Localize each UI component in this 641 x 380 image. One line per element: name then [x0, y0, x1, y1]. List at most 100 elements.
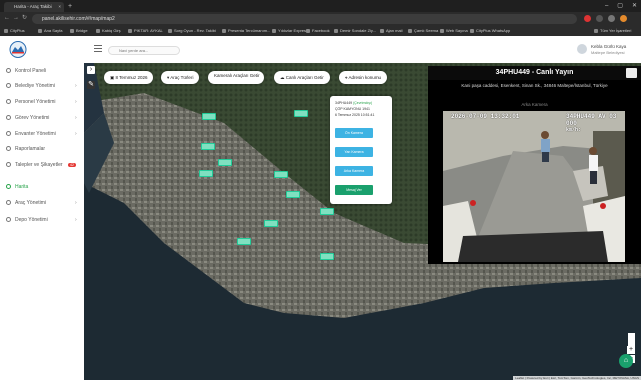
app-header: ⌕ Kebla Gürlü Kaya Maltepe Belediyesi: [0, 36, 641, 64]
vehicle-marker[interactable]: [202, 113, 216, 120]
address-location-button[interactable]: ⌖ Adresin konumu: [339, 71, 388, 84]
date-filter[interactable]: ▣ 8 Temmuz 2026: [104, 71, 154, 84]
browser-tab-bar: Harita - Araç Takibi × + – ▢ ✕: [0, 0, 641, 12]
sidebar-item-label: Raporlamalar: [15, 146, 46, 152]
video-frame-image: [443, 111, 625, 262]
bookmark-item[interactable]: CityPlus: [4, 25, 25, 36]
menu-toggle-icon[interactable]: [94, 45, 102, 52]
bookmark-item[interactable]: Ana Sayfa: [38, 25, 62, 36]
chevron-right-icon: ›: [75, 99, 77, 105]
camera-address: Kani paşa caddesi, Esenkent, Sinan Sk., …: [461, 83, 608, 88]
sidebar-item[interactable]: Belediye Yönetimi: [6, 83, 55, 89]
vehicle-popup: 34PHU449 (Çevrimdışı) ÇÖP KAMYONU 1941 6…: [330, 96, 392, 204]
browser-address-bar: ← → ↻ panel.akilisehir.com/#/map/map2: [0, 12, 641, 25]
search-input[interactable]: [108, 46, 180, 55]
user-name[interactable]: Kebla Gürlü Kaya: [591, 44, 626, 49]
sidebar-item-label: Talepler ve Şikayetler: [15, 162, 63, 168]
bookmark-item[interactable]: Presenta Tercümanım...: [222, 25, 270, 36]
sidebar-item[interactable]: Araç Yönetimi: [6, 200, 46, 206]
bookmark-item[interactable]: Çamlı Seema: [408, 25, 438, 36]
sidebar: Kontrol Paneli Belediye Yönetimi › Personel…: [0, 63, 85, 380]
bookmark-item[interactable]: Facebook: [306, 25, 330, 36]
vehicle-marker[interactable]: [274, 171, 288, 178]
popup-vehicle-type: ÇÖP KAMYONU 1941: [335, 107, 370, 111]
tab-title: Harita - Araç Takibi: [14, 4, 52, 9]
bookmark-item[interactable]: CityPlus WhatsApp: [470, 25, 510, 36]
sidebar-item[interactable]: Depo Yönetimi: [6, 217, 48, 223]
zoom-in-button[interactable]: +: [627, 346, 635, 354]
video-speed: 000: [566, 120, 577, 127]
chevron-right-icon: ›: [75, 115, 77, 121]
profile-icon[interactable]: [620, 15, 627, 22]
avatar[interactable]: [577, 44, 587, 54]
new-tab-icon[interactable]: +: [68, 2, 72, 11]
live-vehicles-button[interactable]: ☁ Canlı Araçları Getir: [274, 71, 330, 84]
sidebar-item-icon: [6, 162, 11, 168]
bookmark-item[interactable]: Web Sayına: [440, 25, 468, 36]
bookmark-item[interactable]: PIKTAR: AYKAL: [128, 25, 163, 36]
sidebar-item-label: Personel Yönetimi: [15, 99, 56, 105]
extension-icon[interactable]: [584, 15, 591, 22]
vehicle-types-filter[interactable]: ▾ Araç Türleri: [161, 71, 200, 84]
map-action-icon[interactable]: ⌂: [619, 354, 633, 368]
close-window-icon[interactable]: ✕: [632, 0, 637, 12]
chevron-right-icon: ›: [75, 200, 77, 206]
sidebar-item[interactable]: Personel Yönetimi: [6, 99, 56, 105]
camera-video-feed[interactable]: 2026-07-09 13:32:01 34PHU449 AV 03 000 k…: [443, 111, 625, 262]
forward-icon[interactable]: →: [13, 13, 19, 24]
collapse-icon[interactable]: ›: [87, 66, 95, 74]
send-message-button[interactable]: Mesaj Ver: [335, 185, 373, 195]
bookmark-item[interactable]: Tüm Yer İşaretleri: [594, 25, 631, 36]
draw-tool-icon[interactable]: ✎: [87, 81, 95, 89]
sidebar-item[interactable]: Harita: [6, 184, 28, 190]
popup-plate: 34PHU449: [335, 101, 353, 105]
vehicle-marker[interactable]: [201, 143, 215, 150]
bookmark-item[interactable]: Bridge: [70, 25, 88, 36]
bookmark-item[interactable]: Kabiq Girş: [96, 25, 121, 36]
live-camera-panel: 34PHU449 - Canlı Yayın Kani paşa caddesi…: [428, 66, 641, 264]
tab-close-icon[interactable]: ×: [58, 2, 61, 12]
sidebar-item-icon: [6, 131, 11, 137]
vehicle-marker[interactable]: [320, 253, 334, 260]
sidebar-item[interactable]: Talepler ve Şikayetler: [6, 162, 65, 168]
sidebar-item[interactable]: Görev Yönetimi: [6, 115, 49, 121]
url-field[interactable]: panel.akilisehir.com/#/map/map2: [32, 13, 577, 24]
map-attribution[interactable]: Leaflet | Powered by Esri | Esri, TomTom…: [513, 376, 641, 380]
bookmark-item[interactable]: Sorg Oyun - Rev. Takibi: [168, 25, 216, 36]
bookmark-item[interactable]: Demir Sondale Ziy...: [334, 25, 376, 36]
vehicle-marker[interactable]: [237, 238, 251, 245]
chevron-right-icon: ›: [75, 217, 77, 223]
user-role: Maltepe Belediyesi: [591, 50, 625, 55]
browser-tab[interactable]: Harita - Araç Takibi ×: [4, 2, 64, 12]
vehicle-marker[interactable]: [264, 220, 278, 227]
map-view[interactable]: › ✎ ▣ 8 Temmuz 2026 ▾ Araç Türleri Kamer…: [84, 63, 641, 380]
vehicle-marker[interactable]: [320, 208, 334, 215]
maximize-icon[interactable]: ▢: [617, 0, 623, 12]
extension-icon[interactable]: [608, 15, 615, 22]
extension-icon[interactable]: [596, 15, 603, 22]
rear-camera-button[interactable]: Arka Kamera: [335, 166, 373, 176]
camera-vehicles-button[interactable]: Kameralı Araçları Getir: [208, 71, 264, 84]
sidebar-item[interactable]: Kontrol Paneli: [6, 68, 46, 74]
sidebar-item-icon: [6, 83, 11, 89]
front-camera-button[interactable]: Ön Kamera: [335, 128, 373, 138]
vehicle-marker[interactable]: [286, 191, 300, 198]
bookmark-item[interactable]: Ajan mail: [380, 25, 402, 36]
bookmark-item[interactable]: Yıldızlar Express: [272, 25, 308, 36]
sidebar-item[interactable]: Envanter Yönetimi: [6, 131, 56, 137]
vehicle-marker[interactable]: [294, 110, 308, 117]
sidebar-item-icon: [6, 146, 11, 152]
notification-badge: 42: [68, 163, 76, 167]
reload-icon[interactable]: ↻: [22, 13, 27, 24]
vehicle-marker[interactable]: [218, 159, 232, 166]
window-controls: – ▢ ✕: [605, 0, 637, 12]
city-logo-icon[interactable]: [6, 41, 30, 58]
minimize-icon[interactable]: –: [605, 0, 608, 12]
close-camera-icon[interactable]: [626, 68, 637, 78]
popup-status: (Çevrimdışı): [353, 101, 373, 105]
vehicle-marker[interactable]: [199, 170, 213, 177]
back-icon[interactable]: ←: [4, 13, 10, 24]
sidebar-item-icon: [6, 115, 11, 121]
sidebar-item[interactable]: Raporlamalar: [6, 146, 45, 152]
side-camera-button[interactable]: Yan Kamera: [335, 147, 373, 157]
